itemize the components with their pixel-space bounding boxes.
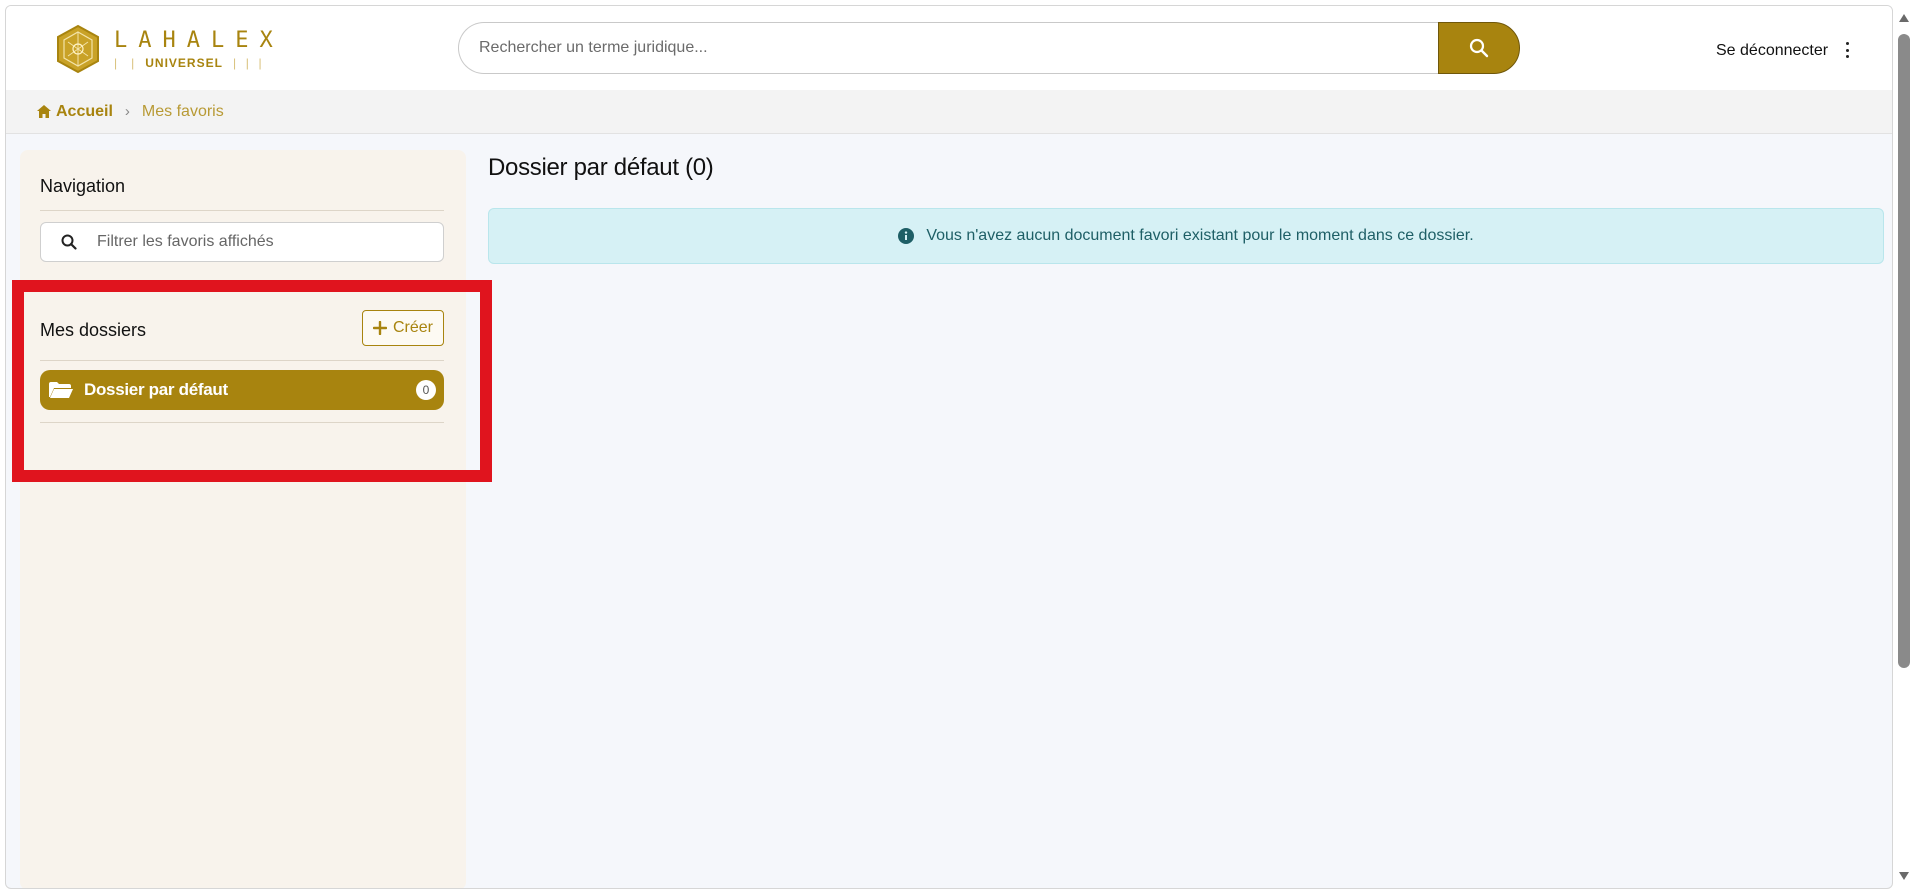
- logo-emblem-icon: [57, 24, 99, 74]
- folder-open-icon: [49, 382, 73, 398]
- logo-divider: | |: [114, 56, 136, 70]
- info-icon: [898, 228, 915, 244]
- plus-icon: [372, 321, 387, 335]
- kebab-menu-icon[interactable]: [1842, 40, 1852, 60]
- folders-title: Mes dossiers: [40, 320, 147, 340]
- create-folder-label: Créer: [392, 319, 433, 336]
- page-title: Dossier par défaut (0): [488, 154, 714, 181]
- breadcrumb: Accueil › Mes favoris: [6, 90, 1892, 134]
- breadcrumb-current: Mes favoris: [141, 102, 224, 120]
- sidebar: Navigation Mes dossiers Créer D: [20, 150, 466, 888]
- logo[interactable]: LAHALEX | | UNIVERSEL | | |: [54, 22, 284, 76]
- chevron-right-icon: ›: [124, 103, 130, 120]
- folder-item-default[interactable]: Dossier par défaut 0: [40, 370, 444, 410]
- divider: [40, 422, 444, 423]
- logout-link[interactable]: Se déconnecter: [1716, 42, 1828, 60]
- breadcrumb-home[interactable]: Accueil: [36, 103, 113, 121]
- filter-input[interactable]: [97, 233, 443, 251]
- logo-divider: | | |: [232, 56, 263, 70]
- global-search: [458, 22, 1520, 74]
- create-folder-button[interactable]: Créer: [362, 310, 444, 346]
- alert-message: Vous n'avez aucun document favori exista…: [926, 227, 1474, 244]
- logo-wordmark: LAHALEX: [114, 28, 284, 53]
- search-input[interactable]: [458, 22, 1438, 74]
- logo-subtitle: UNIVERSEL: [145, 56, 223, 70]
- search-icon: [61, 234, 77, 250]
- folder-label: Dossier par défaut: [84, 380, 228, 399]
- filter-field: [40, 222, 444, 262]
- browser-frame: LAHALEX | | UNIVERSEL | | | Se déconnect…: [5, 5, 1893, 889]
- home-icon: [37, 105, 51, 118]
- scroll-down-arrow-icon[interactable]: [1899, 872, 1909, 880]
- info-alert: Vous n'avez aucun document favori exista…: [488, 208, 1884, 264]
- search-icon: [1469, 38, 1489, 58]
- folder-count-badge: 0: [416, 380, 436, 400]
- sidebar-nav-title: Navigation: [40, 176, 126, 196]
- scroll-thumb[interactable]: [1898, 34, 1910, 668]
- breadcrumb-home-label: Accueil: [56, 102, 113, 120]
- page-scrollbar[interactable]: [1896, 8, 1912, 888]
- search-button[interactable]: [1438, 22, 1520, 74]
- scroll-up-arrow-icon[interactable]: [1899, 14, 1909, 22]
- top-header: LAHALEX | | UNIVERSEL | | | Se déconnect…: [6, 6, 1892, 90]
- divider: [40, 210, 444, 211]
- divider: [40, 360, 444, 361]
